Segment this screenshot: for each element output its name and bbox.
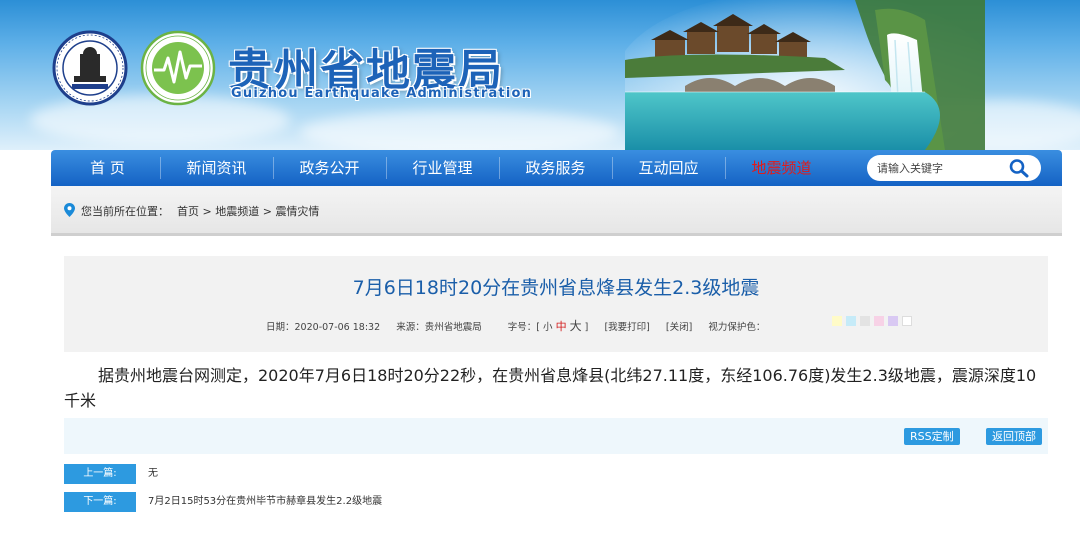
next-article-link[interactable]: 7月2日15时53分在贵州毕节市赫章县发生2.2级地震 bbox=[148, 492, 382, 512]
breadcrumb-links: 首页 > 地震频道 > 震情灾情 bbox=[177, 203, 319, 219]
location-pin-icon bbox=[64, 203, 75, 217]
eye-protection-label: 视力保护色： bbox=[708, 322, 766, 333]
eye-color-swatch-yellow[interactable] bbox=[832, 316, 842, 326]
search-input[interactable] bbox=[877, 158, 1002, 178]
font-size-medium-button[interactable]: 中 bbox=[556, 320, 567, 333]
back-to-top-button[interactable]: 返回顶部 bbox=[986, 428, 1042, 445]
prev-article-text: 无 bbox=[148, 468, 158, 479]
eye-color-swatch-gray[interactable] bbox=[860, 316, 870, 326]
eye-color-swatches bbox=[832, 316, 916, 326]
font-size-small-button[interactable]: 小 bbox=[543, 322, 553, 333]
main-nav: 首 页 新闻资讯 政务公开 行业管理 政务服务 互动回应 地震频道 bbox=[51, 150, 1062, 186]
date-value: 2020-07-06 18:32 bbox=[294, 322, 381, 333]
breadcrumb: 您当前所在位置： 首页 > 地震频道 > 震情灾情 bbox=[51, 186, 1062, 236]
eye-color-swatch-blue[interactable] bbox=[846, 316, 856, 326]
date-label: 日期： bbox=[266, 322, 295, 333]
breadcrumb-separator: > bbox=[202, 205, 212, 218]
next-article-label: 下一篇: bbox=[64, 492, 136, 512]
breadcrumb-item-home[interactable]: 首页 bbox=[177, 205, 199, 218]
nav-item-earthquake-channel[interactable]: 地震频道 bbox=[725, 150, 838, 186]
breadcrumb-item-earthquake-channel[interactable]: 地震频道 bbox=[215, 205, 259, 218]
source-value: 贵州省地震局 bbox=[424, 322, 482, 333]
breadcrumb-item-disaster-info[interactable]: 震情灾情 bbox=[275, 205, 319, 218]
site-subtitle: Guizhou Earthquake Administration bbox=[231, 86, 533, 101]
breadcrumb-prefix: 您当前所在位置： bbox=[81, 205, 169, 218]
article-meta: 日期：2020-07-06 18:32 来源：贵州省地震局 字号：[ 小 中 大… bbox=[266, 317, 765, 334]
font-size-bracket: ] bbox=[584, 322, 589, 333]
nav-item-gov-affairs[interactable]: 政务公开 bbox=[273, 150, 386, 186]
article-title: 7月6日18时20分在贵州省息烽县发生2.3级地震 bbox=[352, 277, 760, 299]
search-icon[interactable] bbox=[1008, 158, 1030, 178]
article-header: 7月6日18时20分在贵州省息烽县发生2.3级地震 日期：2020-07-06 … bbox=[64, 256, 1048, 352]
scenery-illustration bbox=[625, 0, 985, 150]
nav-item-interaction[interactable]: 互动回应 bbox=[612, 150, 725, 186]
cloud-decoration bbox=[300, 110, 620, 150]
nav-item-news[interactable]: 新闻资讯 bbox=[160, 150, 273, 186]
nav-item-services[interactable]: 政务服务 bbox=[499, 150, 612, 186]
close-link[interactable]: [关闭] bbox=[666, 322, 692, 333]
nav-item-home[interactable]: 首 页 bbox=[51, 150, 164, 186]
eye-color-swatch-pink[interactable] bbox=[874, 316, 884, 326]
rss-subscribe-button[interactable]: RSS定制 bbox=[904, 428, 960, 445]
eye-color-swatch-purple[interactable] bbox=[888, 316, 898, 326]
source-label: 来源： bbox=[396, 322, 425, 333]
search-box bbox=[867, 155, 1041, 181]
print-link[interactable]: [我要打印] bbox=[604, 322, 649, 333]
article-tools-bar: RSS定制 返回顶部 bbox=[64, 418, 1048, 454]
font-size-label: 字号：[ bbox=[507, 322, 540, 333]
breadcrumb-separator: > bbox=[262, 205, 272, 218]
nav-item-industry[interactable]: 行业管理 bbox=[386, 150, 499, 186]
site-header: 贵州省地震局 Guizhou Earthquake Administration bbox=[0, 0, 1080, 150]
guizhou-earthquake-logo bbox=[140, 30, 216, 106]
cea-emblem-logo bbox=[52, 30, 128, 106]
eye-color-swatch-white[interactable] bbox=[902, 316, 912, 326]
font-size-large-button[interactable]: 大 bbox=[570, 319, 582, 333]
prev-article-label: 上一篇: bbox=[64, 464, 136, 484]
article-body: 据贵州地震台网测定，2020年7月6日18时20分22秒，在贵州省息烽县(北纬2… bbox=[64, 366, 1037, 410]
